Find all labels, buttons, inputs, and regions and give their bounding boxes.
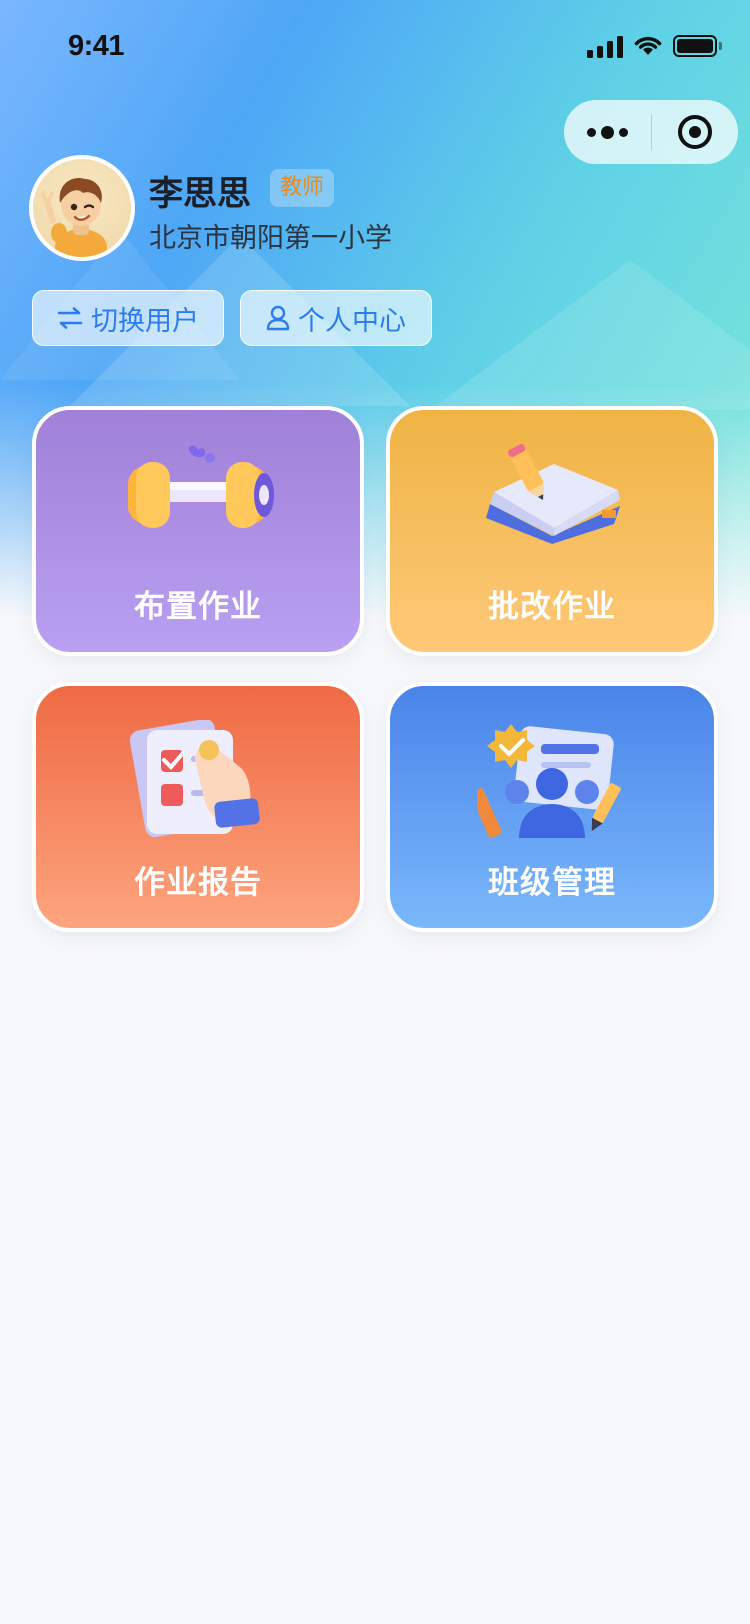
notebook-pencil-icon	[486, 444, 620, 544]
checklist-report-icon	[129, 720, 260, 838]
homework-report-label: 作业报告	[134, 865, 262, 901]
switch-user-button[interactable]: 切换用户	[32, 290, 224, 346]
personal-center-label: 个人中心	[298, 305, 406, 337]
status-time: 9:41	[68, 30, 125, 62]
status-bar: 9:41	[0, 0, 750, 96]
wifi-icon	[634, 36, 662, 55]
grade-homework-card[interactable]: 批改作业	[386, 406, 718, 656]
cellular-signal-icon	[587, 36, 623, 58]
switch-user-label: 切换用户	[91, 305, 199, 337]
homework-report-card[interactable]: 作业报告	[32, 682, 364, 932]
user-icon	[266, 305, 290, 331]
close-mini-program-icon[interactable]	[652, 100, 738, 164]
class-people-icon	[477, 724, 621, 838]
class-management-card[interactable]: 班级管理	[386, 682, 718, 932]
personal-center-button[interactable]: 个人中心	[240, 290, 432, 346]
grade-homework-label: 批改作业	[488, 589, 616, 625]
switch-arrows-icon	[57, 307, 83, 329]
battery-icon	[673, 35, 717, 57]
avatar-boy-icon	[41, 178, 107, 257]
class-management-label: 班级管理	[488, 865, 616, 901]
user-name: 李思思	[149, 174, 251, 214]
role-badge: 教师	[270, 169, 335, 207]
dumbbell-icon	[128, 445, 274, 528]
avatar[interactable]	[29, 155, 135, 261]
more-icon[interactable]	[564, 100, 651, 164]
mini-program-capsule	[564, 100, 738, 164]
assign-homework-label: 布置作业	[134, 589, 262, 625]
screen: 9:41 李思思 教师 北京市朝阳第一小学 切换用户 个人中心 布置作业 批改作…	[0, 0, 750, 1624]
school-name: 北京市朝阳第一小学	[149, 223, 392, 254]
assign-homework-card[interactable]: 布置作业	[32, 406, 364, 656]
